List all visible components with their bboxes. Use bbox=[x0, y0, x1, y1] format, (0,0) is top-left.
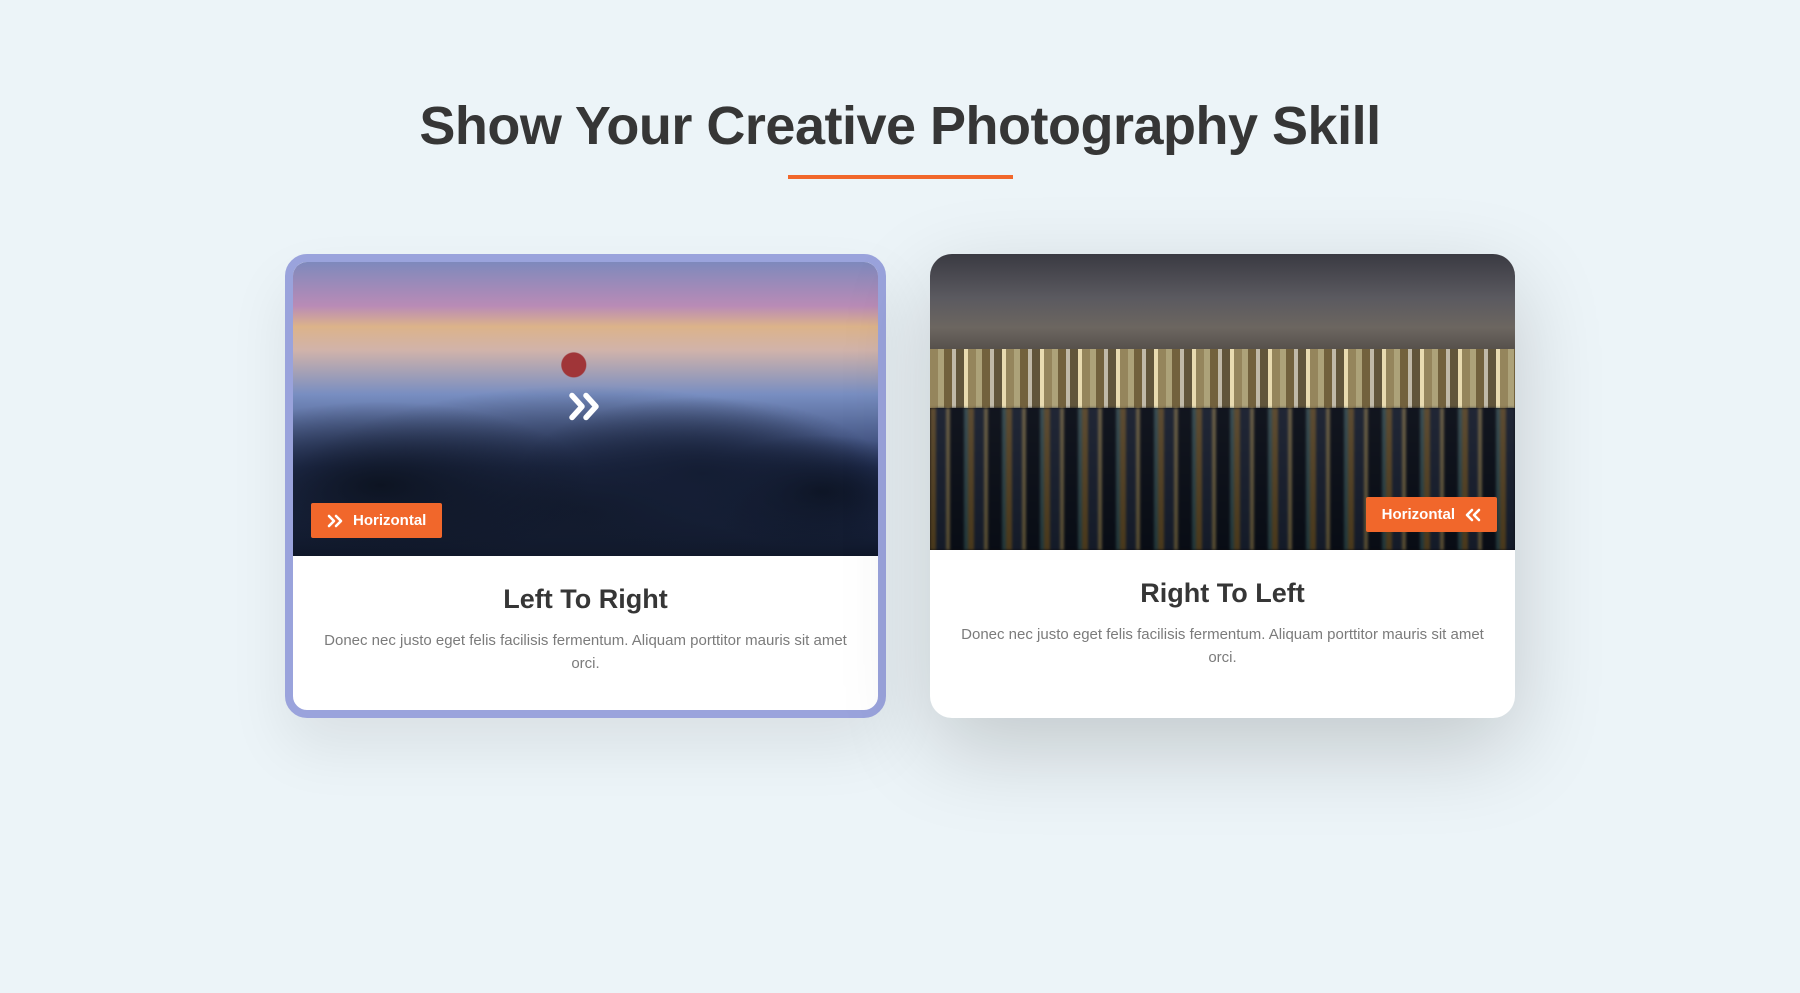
card-image: Horizontal bbox=[293, 262, 878, 556]
card-right-to-left[interactable]: Horizontal Right To Left Donec nec justo… bbox=[930, 254, 1515, 718]
card-description: Donec nec justo eget felis facilisis fer… bbox=[956, 623, 1489, 670]
double-chevron-right-icon bbox=[569, 393, 603, 426]
badge-label: Horizontal bbox=[1382, 506, 1455, 523]
cards-row: Horizontal Left To Right Donec nec justo… bbox=[285, 254, 1515, 718]
double-chevron-right-icon bbox=[327, 514, 343, 528]
card-body: Left To Right Donec nec justo eget felis… bbox=[293, 556, 878, 710]
section-container: Show Your Creative Photography Skill bbox=[285, 0, 1515, 718]
double-chevron-left-icon bbox=[1465, 508, 1481, 522]
card-title: Left To Right bbox=[319, 584, 852, 615]
card-body: Right To Left Donec nec justo eget felis… bbox=[930, 550, 1515, 704]
badge-horizontal-right[interactable]: Horizontal bbox=[1366, 497, 1497, 532]
card-title: Right To Left bbox=[956, 578, 1489, 609]
card-image: Horizontal bbox=[930, 254, 1515, 550]
title-underline bbox=[788, 175, 1013, 179]
badge-horizontal-left[interactable]: Horizontal bbox=[311, 503, 442, 538]
card-left-to-right[interactable]: Horizontal Left To Right Donec nec justo… bbox=[285, 254, 886, 718]
badge-label: Horizontal bbox=[353, 512, 426, 529]
card-description: Donec nec justo eget felis facilisis fer… bbox=[319, 629, 852, 676]
section-title: Show Your Creative Photography Skill bbox=[285, 95, 1515, 157]
